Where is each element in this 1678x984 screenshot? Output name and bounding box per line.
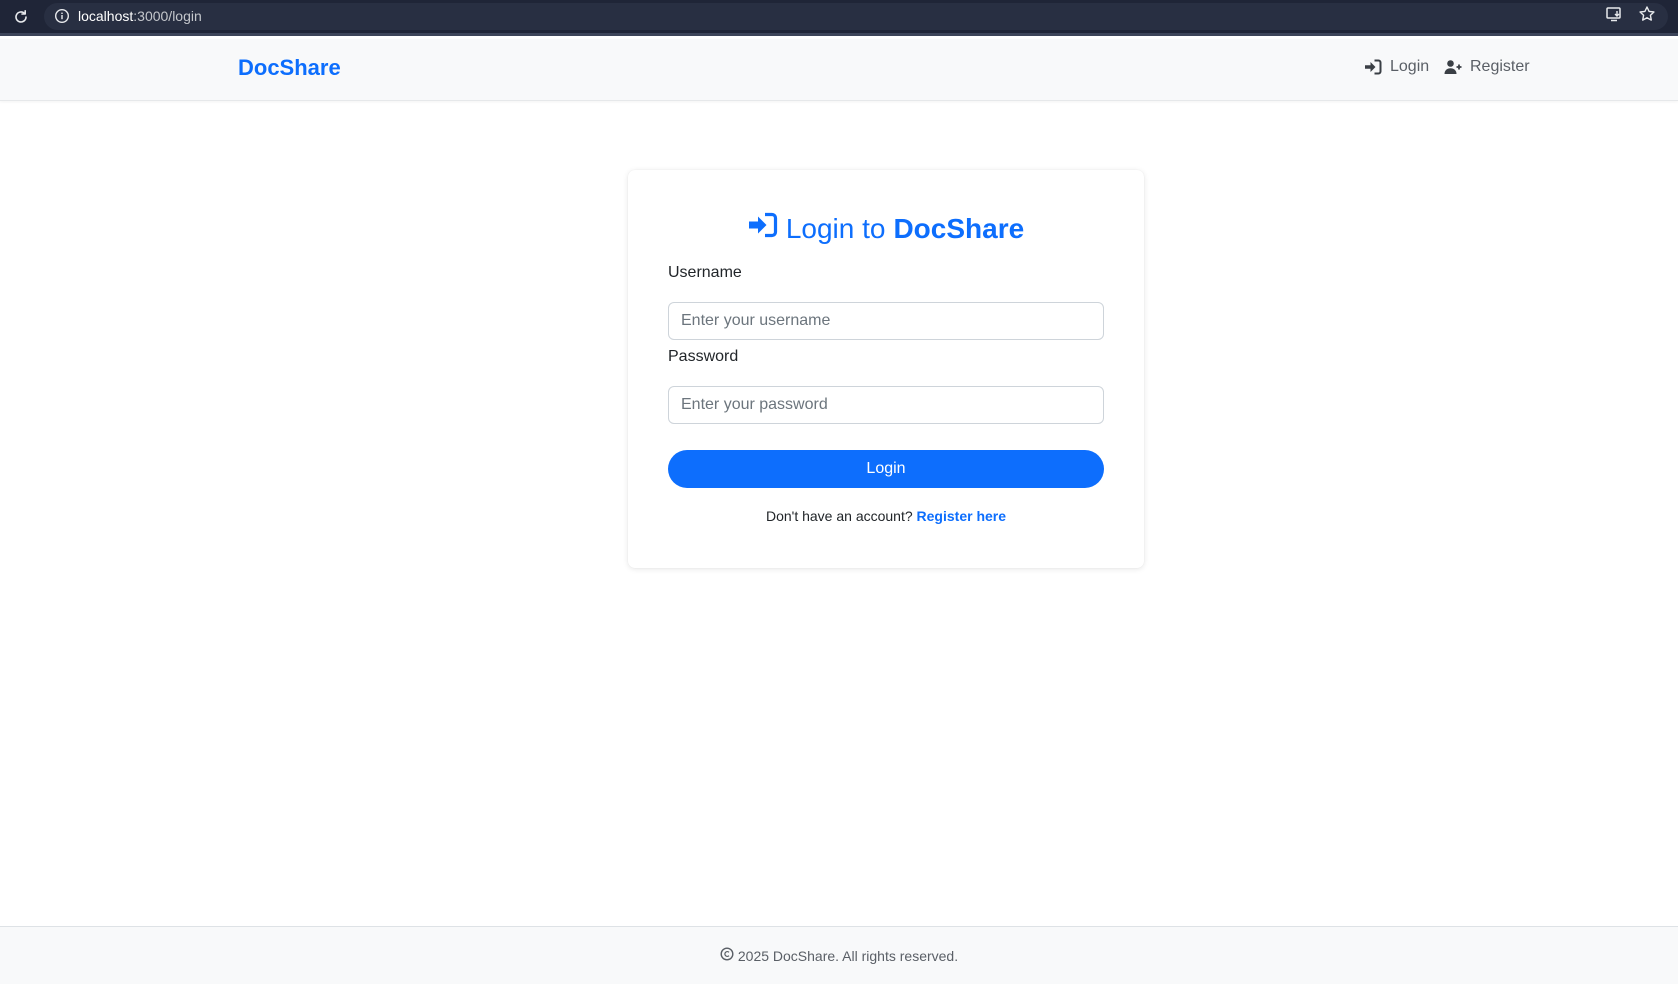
login-title: Login to DocShare [628,212,1144,245]
login-card: Login to DocShare Username Password Logi… [628,170,1144,568]
register-here-link[interactable]: Register here [917,508,1006,524]
nav-register-label: Register [1470,58,1530,75]
url-path: :3000/login [133,8,202,24]
login-title-brand: DocShare [893,212,1025,244]
register-prompt-line: Don't have an account? Register here [628,508,1144,524]
address-bar[interactable]: localhost:3000/login [44,3,1668,30]
sign-in-icon [748,212,778,245]
nav-login-link[interactable]: Login [1364,58,1429,76]
user-plus-icon [1444,59,1462,75]
register-prompt-text: Don't have an account? [765,508,913,524]
username-input[interactable] [668,302,1104,340]
copyright-icon [720,947,734,964]
bookmark-star-icon[interactable] [1637,4,1657,24]
browser-toolbar: localhost:3000/login [0,0,1678,36]
reload-icon[interactable] [10,6,32,28]
brand-link[interactable]: DocShare [238,55,341,81]
install-app-icon[interactable] [1604,4,1624,24]
navbar: DocShare Login Register [0,39,1678,101]
username-label: Username [668,264,742,281]
login-title-prefix: Login to [785,212,886,244]
site-info-icon[interactable] [54,8,70,24]
footer-copyright: 2025 DocShare. All rights reserved. [737,947,959,964]
sign-in-icon [1364,59,1382,75]
password-input[interactable] [668,386,1104,424]
footer: 2025 DocShare. All rights reserved. [0,926,1678,984]
login-submit-button[interactable]: Login [668,450,1104,488]
url-text: localhost:3000/login [78,8,202,24]
url-host: localhost [78,8,134,24]
footer-text: 2025 DocShare. All rights reserved. [0,947,1678,964]
nav-register-link[interactable]: Register [1444,58,1530,76]
nav-login-label: Login [1390,58,1430,75]
password-label: Password [668,348,739,365]
